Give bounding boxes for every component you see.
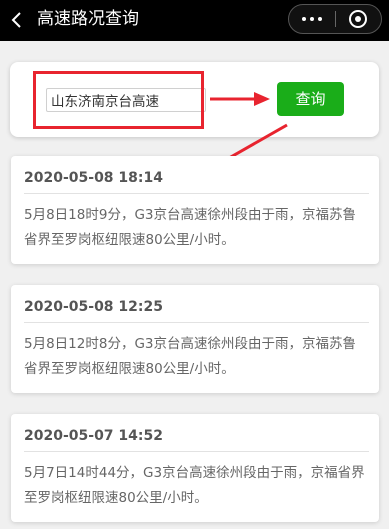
result-time: 2020-05-08 12:25 [24,299,163,315]
result-time: 2020-05-08 18:14 [24,170,163,186]
search-input[interactable] [46,88,206,112]
mini-program-capsule [288,4,382,34]
back-chevron-icon[interactable] [8,10,28,30]
result-card: 2020-05-08 18:14 5月8日18时9分，G3京台高速徐州段由于雨，… [11,156,379,264]
result-text: 5月7日14时44分，G3京台高速徐州段由于雨，京福省界至罗岗枢纽限速80公里/… [24,465,365,506]
more-dots-icon[interactable] [289,5,335,33]
divider [24,322,369,323]
navigation-bar: 高速路况查询 [0,0,389,41]
result-card: 2020-05-07 14:52 5月7日14时44分，G3京台高速徐州段由于雨… [11,414,379,522]
query-button[interactable]: 查询 [277,82,344,116]
page-title: 高速路况查询 [37,9,139,29]
result-text: 5月8日12时8分，G3京台高速徐州段由于雨，京福苏鲁省界至罗岗枢纽限速80公里… [24,336,356,377]
close-circle-icon[interactable] [336,5,381,33]
result-time: 2020-05-07 14:52 [24,428,163,444]
result-card: 2020-05-08 12:25 5月8日12时8分，G3京台高速徐州段由于雨，… [11,285,379,393]
divider [24,451,369,452]
divider [24,193,369,194]
result-text: 5月8日18时9分，G3京台高速徐州段由于雨，京福苏鲁省界至罗岗枢纽限速80公里… [24,207,356,248]
